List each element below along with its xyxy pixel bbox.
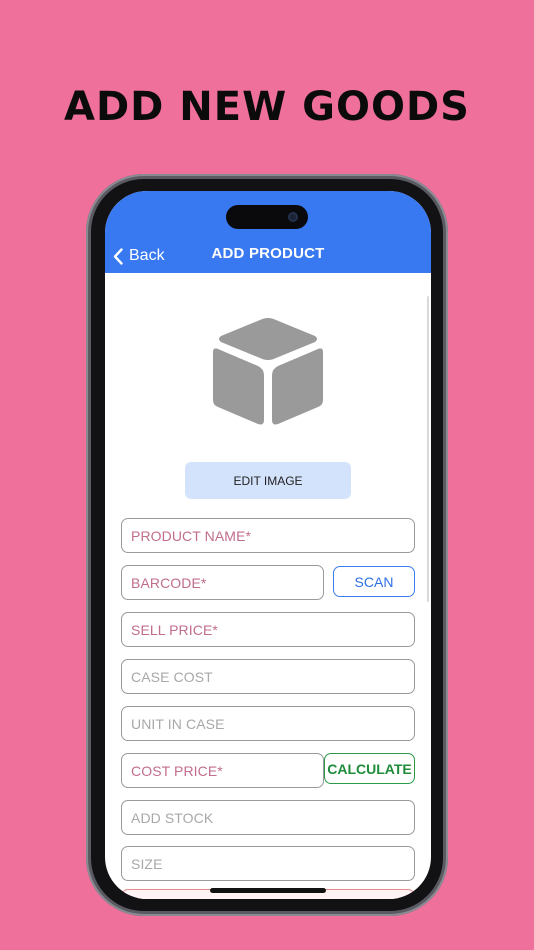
calculate-button[interactable]: CALCULATE [324,753,415,784]
scan-button[interactable]: SCAN [333,566,415,597]
dynamic-island [226,205,308,229]
case-cost-field[interactable]: CASE COST [121,659,415,694]
add-stock-placeholder: ADD STOCK [131,809,214,826]
scrollbar[interactable] [427,296,429,602]
cost-price-field[interactable]: COST PRICE* [121,753,324,788]
phone-frame: Back ADD PRODUCT EDIT IMAGE PRODUCT NAME… [86,174,448,916]
barcode-placeholder: BARCODE* [131,574,207,591]
product-name-placeholder: PRODUCT NAME* [131,527,252,544]
navigation-bar: Back ADD PRODUCT [105,191,431,273]
size-placeholder: SIZE [131,855,163,872]
case-cost-placeholder: CASE COST [131,668,213,685]
cube-icon[interactable] [211,316,325,433]
add-stock-field[interactable]: ADD STOCK [121,800,415,835]
barcode-field[interactable]: BARCODE* [121,565,324,600]
unit-in-case-placeholder: UNIT IN CASE [131,715,225,732]
product-name-field[interactable]: PRODUCT NAME* [121,518,415,553]
sell-price-placeholder: SELL PRICE* [131,621,218,638]
cost-price-placeholder: COST PRICE* [131,762,223,779]
edit-image-button[interactable]: EDIT IMAGE [185,462,351,499]
camera-icon [288,212,298,222]
headline: ADD NEW GOODS [64,84,470,130]
phone-screen: Back ADD PRODUCT EDIT IMAGE PRODUCT NAME… [105,191,431,899]
size-field[interactable]: SIZE [121,846,415,881]
page-title: ADD PRODUCT [211,245,325,262]
sell-price-field[interactable]: SELL PRICE* [121,612,415,647]
home-indicator[interactable] [210,888,326,893]
unit-in-case-field[interactable]: UNIT IN CASE [121,706,415,741]
